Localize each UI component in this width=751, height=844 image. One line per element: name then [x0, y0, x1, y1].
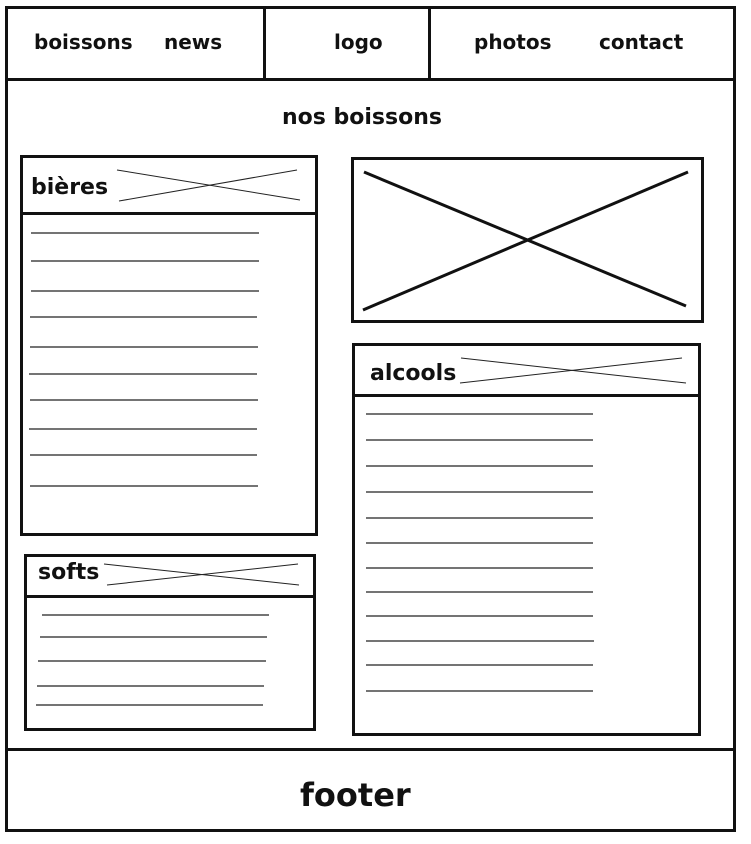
section-alcools-title: alcools [370, 361, 457, 386]
section-alcools-text-lines [366, 413, 594, 692]
section-bieres-title: bières [31, 175, 109, 200]
nav-news[interactable]: news [164, 32, 222, 52]
section-alcools-image-placeholder-icon [459, 357, 687, 384]
section-alcools-header-divider [355, 394, 698, 397]
nav-logo[interactable]: logo [334, 32, 383, 52]
nav-boissons[interactable]: boissons [34, 32, 133, 52]
footer-divider [5, 748, 736, 751]
section-softs-title: softs [38, 560, 100, 585]
section-bieres-header-divider [23, 212, 315, 215]
page-title: nos boissons [282, 105, 442, 130]
section-bieres-image-placeholder-icon [116, 169, 301, 202]
footer-label: footer [300, 776, 411, 814]
image-placeholder-icon [362, 170, 689, 312]
section-bieres-text-lines [29, 232, 259, 487]
section-softs-image-placeholder-icon [103, 563, 300, 586]
header-separator-left [263, 6, 266, 81]
header-divider [5, 78, 736, 81]
nav-photos[interactable]: photos [474, 32, 552, 52]
nav-contact[interactable]: contact [599, 32, 683, 52]
section-softs-header-divider [27, 595, 313, 598]
header-separator-right [428, 6, 431, 81]
section-softs-text-lines [36, 614, 269, 706]
